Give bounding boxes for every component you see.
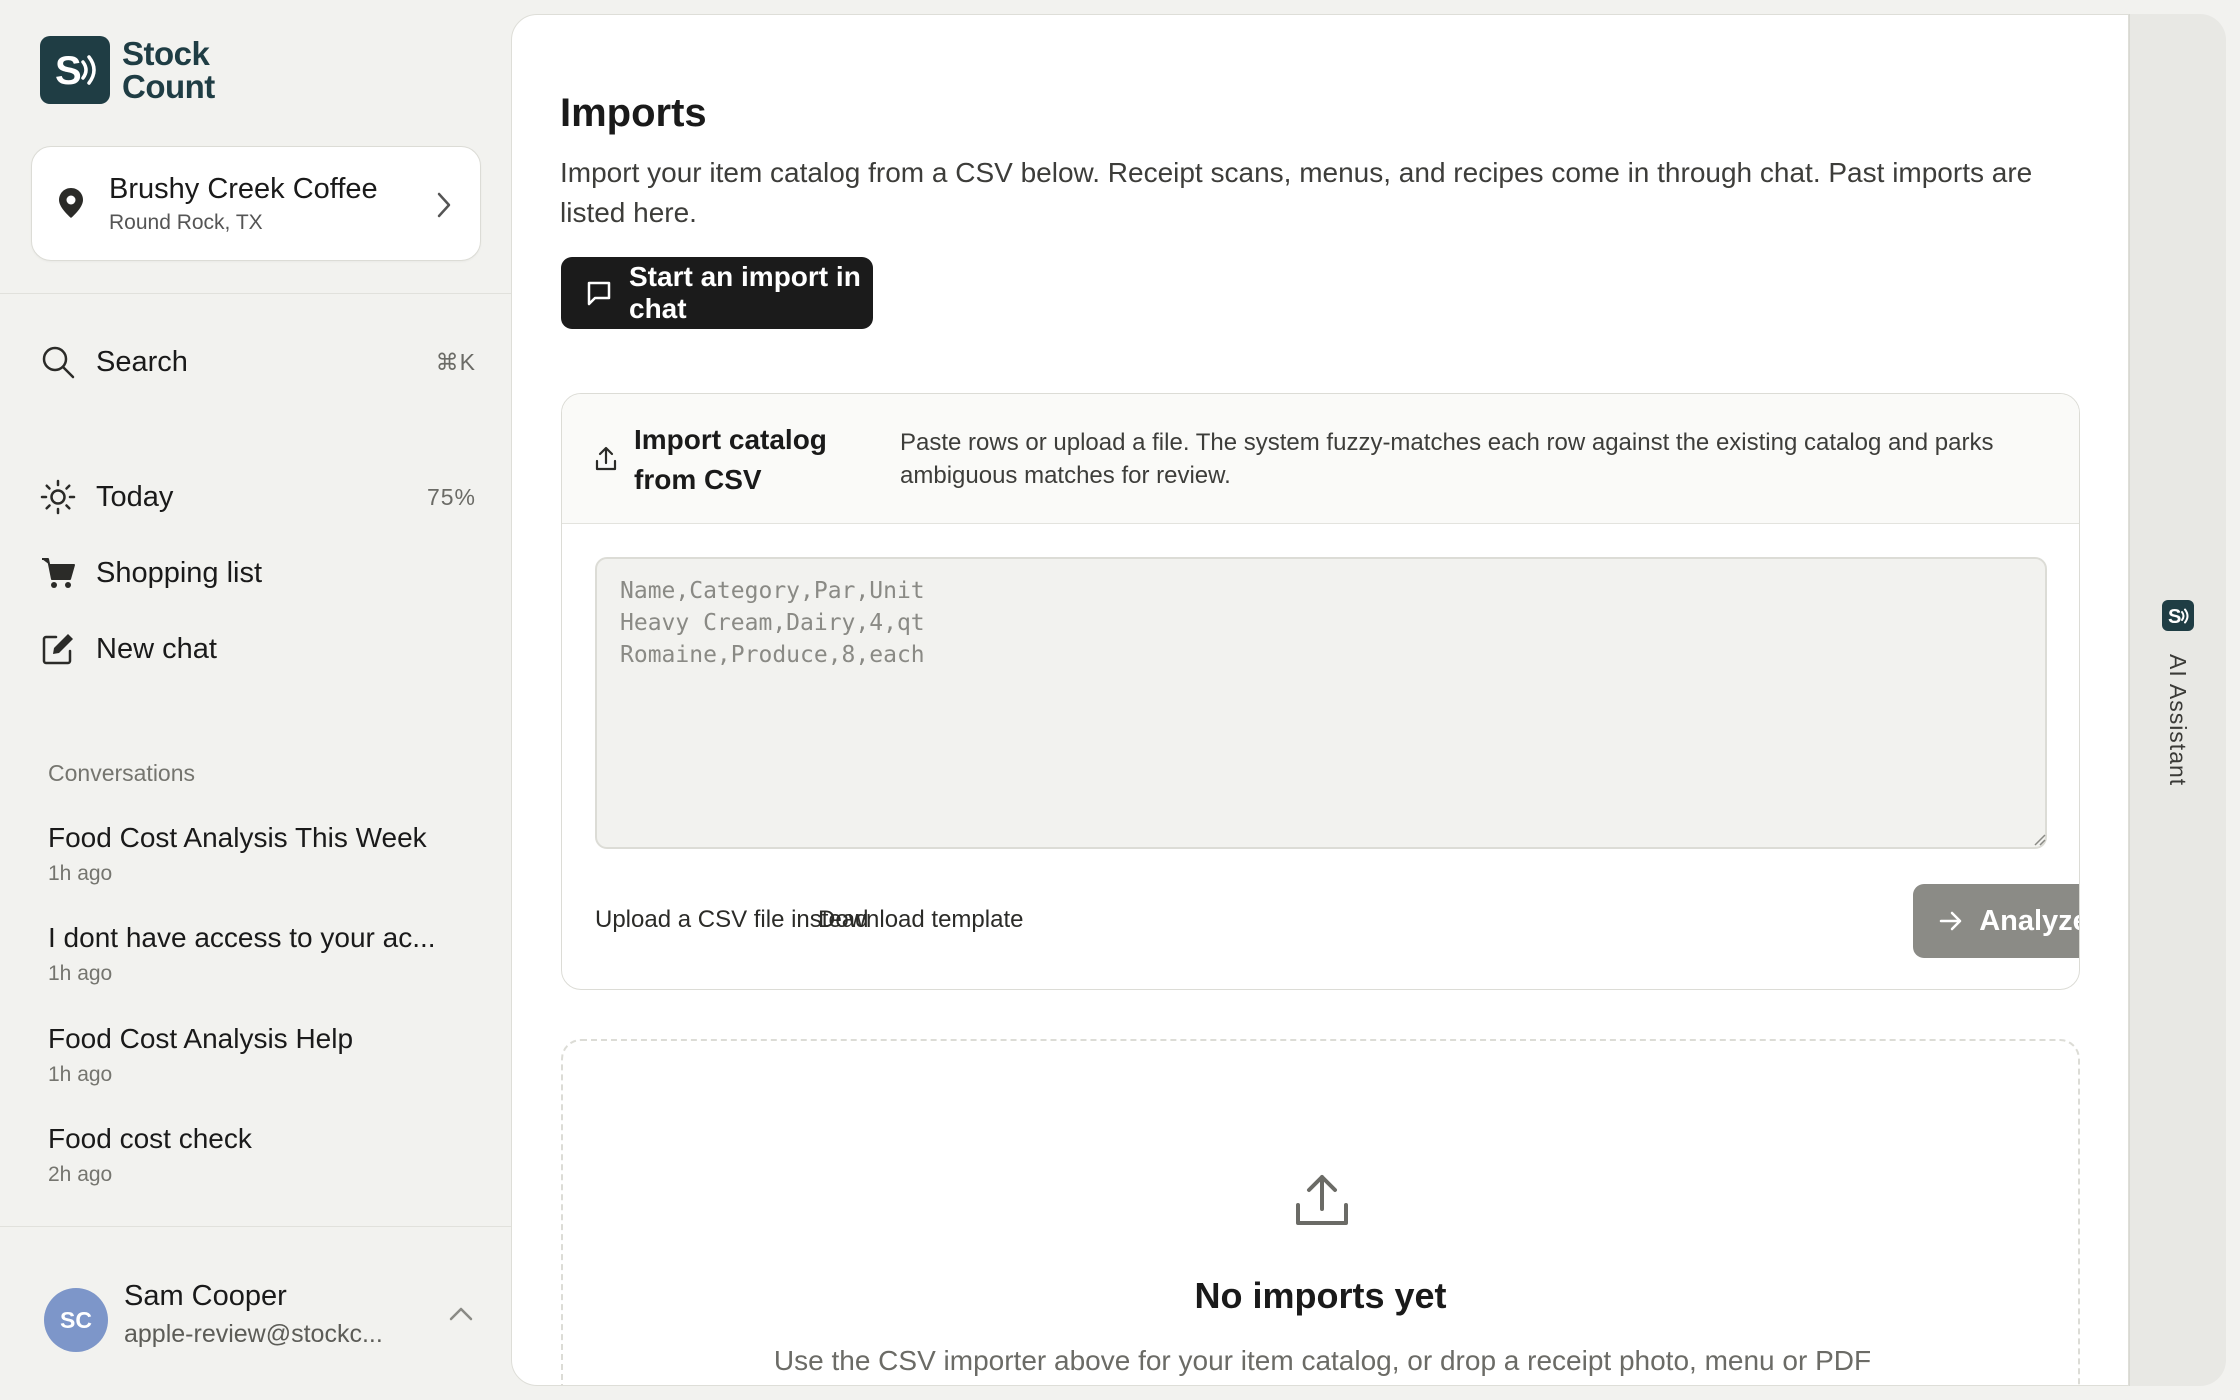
download-template-link[interactable]: Download template [818, 906, 1023, 934]
edit-icon [40, 631, 96, 667]
ai-assistant-label: AI Assistant [2165, 654, 2191, 787]
sidebar-item-label: Shopping list [96, 556, 263, 589]
csv-paste-input[interactable]: Name,Category,Par,Unit Heavy Cream,Dairy… [595, 557, 2047, 849]
conversation-title: Food Cost Analysis This Week [48, 822, 427, 853]
sidebar-divider [0, 1226, 511, 1227]
brand-name-line1: Stock [122, 35, 210, 72]
upload-icon [1293, 1171, 1351, 1234]
conversation-item[interactable]: Food Cost Analysis This Week 1h ago [48, 822, 478, 886]
csv-card-title: Import catalog from CSV [634, 424, 827, 495]
sun-icon [40, 479, 96, 515]
page-description: Import your item catalog from a CSV belo… [560, 157, 2033, 228]
conversation-item[interactable]: Food Cost Analysis Help 1h ago [48, 1023, 478, 1087]
resize-handle-icon[interactable] [2032, 832, 2046, 851]
ai-assistant-toggle[interactable]: S AI Assistant [2129, 14, 2226, 1386]
button-label: Start an import in chat [629, 261, 861, 324]
conversation-title: I dont have access to your ac... [48, 922, 436, 953]
upload-icon [595, 446, 617, 477]
conversations-heading: Conversations [48, 760, 196, 786]
sidebar-item-search[interactable]: Search ⌘K [40, 334, 480, 390]
sidebar: S Stock Count Brushy Creek Coffee Round … [0, 0, 511, 1400]
start-import-chat-button[interactable]: Start an import in chat [561, 257, 873, 329]
arrow-right-icon [1939, 911, 1963, 931]
svg-text:S: S [2168, 606, 2181, 628]
analyze-button[interactable]: Analyze [1913, 884, 2080, 958]
shopping-cart-icon [40, 555, 96, 591]
csv-import-card: Import catalog from CSV Paste rows or up… [561, 393, 2080, 990]
search-icon [40, 344, 96, 380]
logo-mark-icon: S [2162, 600, 2194, 631]
conversation-time: 1h ago [48, 1063, 113, 1086]
conversation-title: Food cost check [48, 1123, 252, 1154]
page-title: Imports [560, 91, 707, 135]
map-pin-icon [58, 187, 84, 224]
conversation-time: 1h ago [48, 962, 113, 985]
sidebar-divider [0, 293, 511, 294]
sidebar-item-label: Today [96, 480, 174, 513]
avatar: SC [44, 1288, 108, 1352]
brand-name-line2: Count [122, 68, 215, 105]
app-window: S Stock Count Brushy Creek Coffee Round … [0, 0, 2240, 1400]
main-panel: Imports Import your item catalog from a … [511, 14, 2129, 1386]
brand-logo[interactable]: S Stock Count [40, 36, 215, 104]
conversation-time: 1h ago [48, 862, 113, 885]
sidebar-item-label: Search [96, 345, 188, 378]
location-name: Brushy Creek Coffee [109, 173, 378, 205]
chat-bubble-icon [585, 279, 613, 307]
brand-name: Stock Count [122, 37, 215, 103]
empty-state-description: Use the CSV importer above for your item… [773, 1345, 1872, 1376]
conversation-title: Food Cost Analysis Help [48, 1023, 354, 1054]
sidebar-item-shopping-list[interactable]: Shopping list [40, 545, 480, 601]
user-name: Sam Cooper [124, 1280, 287, 1312]
csv-card-description: Paste rows or upload a file. The system … [900, 429, 1994, 489]
user-email: apple-review@stockc... [124, 1320, 383, 1348]
today-progress: 75% [426, 483, 476, 510]
conversation-item[interactable]: I dont have access to your ac... 1h ago [48, 922, 478, 986]
location-switcher[interactable]: Brushy Creek Coffee Round Rock, TX [31, 146, 481, 261]
csv-card-header: Import catalog from CSV Paste rows or up… [562, 394, 2079, 524]
user-menu[interactable]: SC Sam Cooper apple-review@stockc... [44, 1260, 474, 1360]
svg-text:S: S [55, 49, 82, 93]
sidebar-item-label: New chat [96, 632, 217, 665]
conversation-item[interactable]: Food cost check 2h ago [48, 1123, 478, 1187]
button-label: Analyze [1979, 904, 2080, 937]
chevron-right-icon [436, 191, 452, 224]
sidebar-item-today[interactable]: Today 75% [40, 469, 480, 525]
logo-mark-icon: S [40, 36, 110, 104]
conversation-time: 2h ago [48, 1163, 113, 1186]
search-shortcut: ⌘K [435, 348, 476, 375]
empty-state-title: No imports yet [1194, 1275, 1447, 1316]
sidebar-item-new-chat[interactable]: New chat [40, 621, 480, 677]
chevron-up-icon [448, 1306, 474, 1327]
imports-empty-state: No imports yet Use the CSV importer abov… [561, 1039, 2080, 1385]
location-city: Round Rock, TX [109, 211, 263, 234]
